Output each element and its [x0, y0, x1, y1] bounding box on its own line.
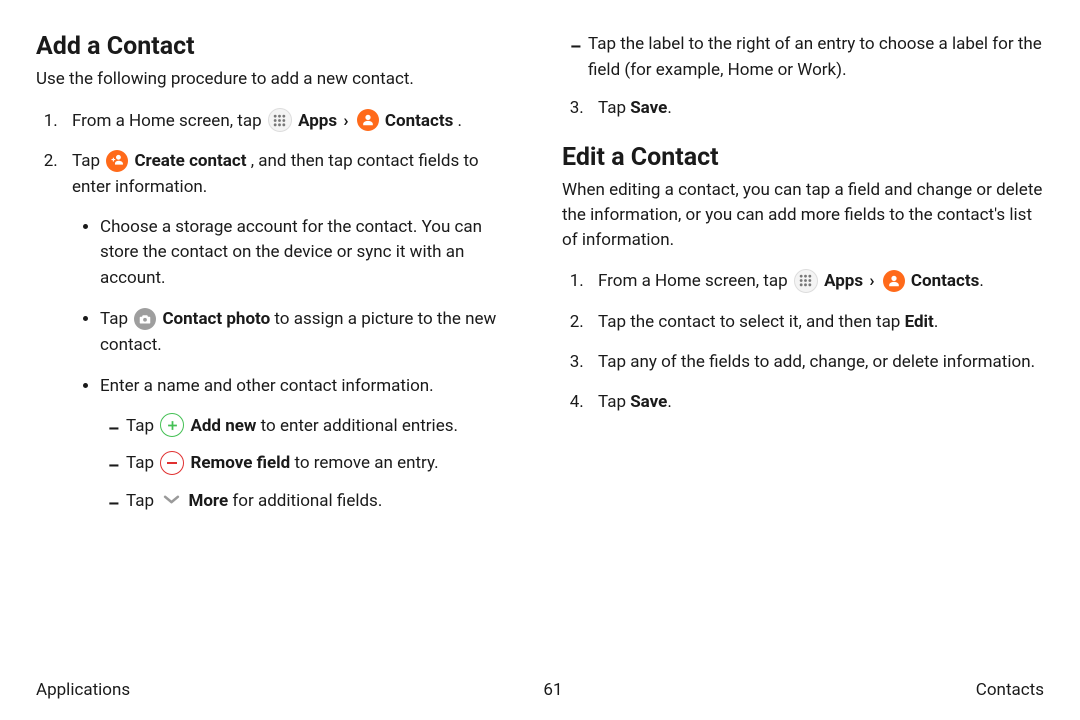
text: Enter a name and other contact informati… — [100, 376, 434, 396]
text: Tap — [598, 392, 630, 412]
text: From a Home screen, tap — [598, 271, 792, 291]
caret-icon: › — [343, 108, 348, 134]
save-label: Save — [630, 392, 667, 412]
text: to assign a picture to the new contact. — [100, 309, 496, 355]
add-step-2-bullets: Choose a storage account for the contact… — [72, 215, 518, 515]
add-step-1: From a Home screen, tap Apps › Contacts … — [62, 108, 518, 134]
add-step-3: Tap Save. — [588, 95, 1044, 121]
footer-left: Applications — [36, 680, 130, 700]
text: Tap the contact to select it, and then t… — [598, 312, 905, 332]
contacts-icon — [883, 270, 905, 292]
bullet-storage: Choose a storage account for the contact… — [100, 215, 518, 292]
apps-icon — [794, 269, 818, 293]
text: Tap — [126, 416, 158, 436]
apps-label: Apps — [824, 271, 863, 291]
add-step-2-dashes: Tap Add new to enter additional entries.… — [100, 414, 518, 515]
bullet-photo: Tap Contact photo to assign a picture to… — [100, 307, 518, 358]
more-label: More — [188, 491, 228, 511]
contacts-label: Contacts — [911, 271, 979, 291]
text: . — [453, 111, 462, 131]
edit-label: Edit — [905, 312, 934, 332]
text: Tap — [72, 151, 104, 171]
add-new-icon — [160, 413, 184, 437]
more-chevron-icon — [160, 492, 182, 508]
contacts-label: Contacts — [385, 111, 453, 131]
add-step-2: Tap Create contact , and then tap contac… — [62, 148, 518, 514]
text: . — [667, 98, 671, 118]
bullet-name: Enter a name and other contact informati… — [100, 374, 518, 514]
edit-step-3: Tap any of the fields to add, change, or… — [588, 349, 1044, 375]
apps-label: Apps — [298, 111, 337, 131]
text: . — [667, 392, 671, 412]
add-contact-steps-cont: Tap Save. — [562, 95, 1044, 121]
contact-photo-label: Contact photo — [162, 309, 270, 329]
page-footer: Applications 61 Contacts — [36, 670, 1044, 700]
apps-icon — [268, 108, 292, 132]
text: . — [979, 271, 983, 291]
edit-contact-steps: From a Home screen, tap Apps › Contacts.… — [562, 268, 1044, 415]
contacts-icon — [357, 109, 379, 131]
edit-step-2: Tap the contact to select it, and then t… — [588, 309, 1044, 335]
page-number: 61 — [543, 680, 562, 700]
left-column: Add a Contact Use the following procedur… — [36, 32, 518, 670]
text: From a Home screen, tap — [72, 111, 266, 131]
text: to remove an entry. — [290, 453, 438, 473]
edit-step-4: Tap Save. — [588, 389, 1044, 415]
add-contact-steps: From a Home screen, tap Apps › Contacts … — [36, 108, 518, 515]
text: to enter additional entries. — [256, 416, 458, 436]
camera-icon — [134, 308, 156, 330]
create-contact-label: Create contact — [134, 151, 246, 171]
dash-add-new: Tap Add new to enter additional entries. — [108, 414, 518, 440]
dash-label: Tap the label to the right of an entry t… — [570, 32, 1044, 83]
add-contact-heading: Add a Contact — [36, 32, 518, 61]
dash-more: Tap More for additional fields. — [108, 489, 518, 515]
edit-contact-heading: Edit a Contact — [562, 143, 1044, 172]
add-step-2-dashes-cont: Tap the label to the right of an entry t… — [562, 32, 1044, 83]
text: Tap — [126, 453, 158, 473]
edit-contact-intro: When editing a contact, you can tap a fi… — [562, 178, 1044, 252]
footer-right: Contacts — [976, 680, 1044, 700]
text: , and then tap contact fields to enter i… — [72, 151, 479, 197]
remove-field-label: Remove field — [190, 453, 290, 473]
create-contact-icon — [106, 150, 128, 172]
dash-remove-field: Tap Remove field to remove an entry. — [108, 451, 518, 477]
add-new-label: Add new — [190, 416, 256, 436]
caret-icon: › — [869, 268, 874, 294]
text: for additional fields. — [228, 491, 382, 511]
save-label: Save — [630, 98, 667, 118]
text: Tap — [126, 491, 158, 511]
add-contact-intro: Use the following procedure to add a new… — [36, 67, 518, 92]
edit-step-1: From a Home screen, tap Apps › Contacts. — [588, 268, 1044, 294]
right-column: Tap the label to the right of an entry t… — [562, 32, 1044, 670]
text: . — [934, 312, 938, 332]
text: Tap — [100, 309, 132, 329]
text: Tap — [598, 98, 630, 118]
remove-field-icon — [160, 451, 184, 475]
